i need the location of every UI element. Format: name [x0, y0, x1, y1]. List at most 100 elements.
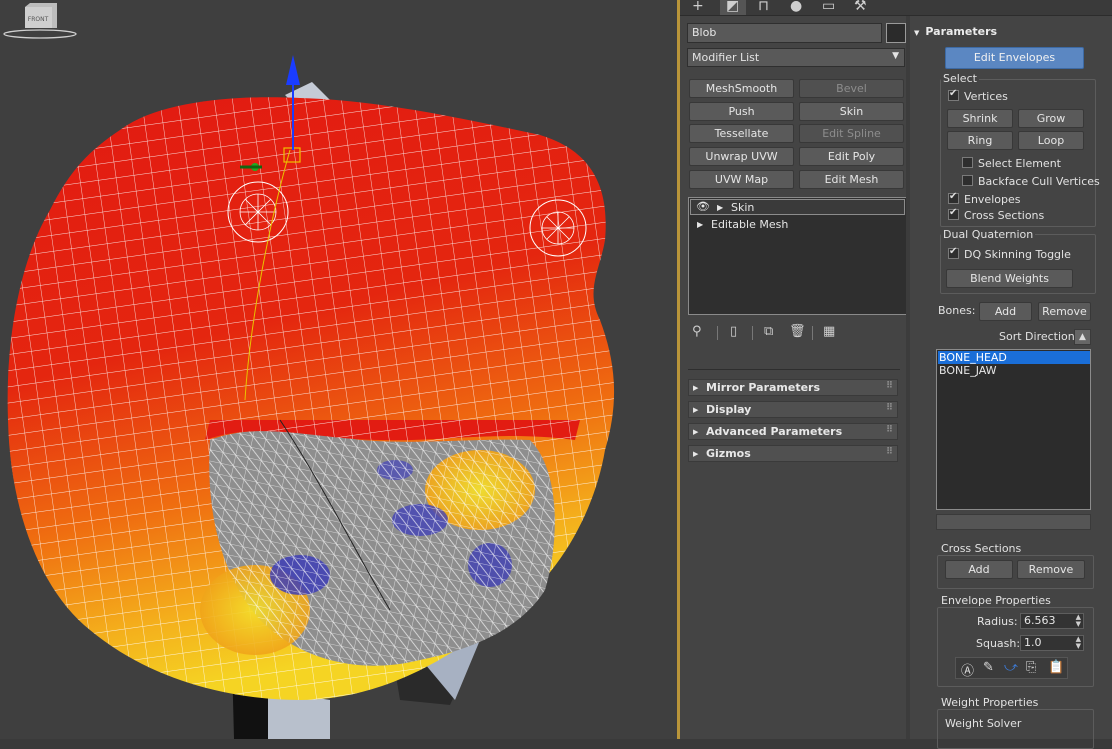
spinner-arrows-icon[interactable]: ▲ ▼: [1076, 636, 1081, 650]
modifier-button-tessellate[interactable]: Tessellate: [689, 124, 794, 143]
stack-toolbar: ⚲ ▯ ⧉ 🗑 ▦: [688, 323, 838, 343]
bones-add-button[interactable]: Add: [979, 302, 1032, 321]
pen-icon[interactable]: ✎: [983, 660, 994, 675]
modify-icon: ◩: [726, 0, 740, 14]
paste-icon[interactable]: 📋: [1048, 660, 1064, 675]
modifier-button-meshsmooth[interactable]: MeshSmooth: [689, 79, 794, 98]
object-name-field[interactable]: Blob: [687, 23, 882, 43]
modifier-button-skin[interactable]: Skin: [799, 102, 904, 121]
expand-triangle-icon[interactable]: ▶: [717, 203, 723, 212]
wrench-icon: ⚒: [854, 0, 867, 14]
rollout-gizmos[interactable]: ▶ Gizmos ⠿: [688, 445, 898, 462]
bone-list-item[interactable]: BONE_HEAD: [938, 351, 1090, 364]
copy-icon[interactable]: ⎘: [1026, 660, 1036, 675]
blend-weights-button[interactable]: Blend Weights: [946, 269, 1073, 288]
radius-label: Radius:: [977, 615, 1018, 628]
hierarchy-tab[interactable]: ⊓: [752, 0, 778, 15]
parameters-rollout-title[interactable]: ▼ Parameters: [914, 25, 997, 38]
modifier-button-uvw-map[interactable]: UVW Map: [689, 170, 794, 189]
radius-spinner[interactable]: 6.563 ▲ ▼: [1020, 613, 1084, 629]
bones-remove-button[interactable]: Remove: [1038, 302, 1091, 321]
envelopes-checkbox[interactable]: [948, 191, 959, 204]
squash-label: Squash:: [976, 637, 1021, 650]
command-panel-tabs: + ◩ ⊓ ● ▭ ⚒: [680, 0, 1112, 16]
rollout-advanced-parameters[interactable]: ▶ Advanced Parameters ⠿: [688, 423, 898, 440]
rollout-mirror-parameters[interactable]: ▶ Mirror Parameters ⠿: [688, 379, 898, 396]
trash-icon[interactable]: 🗑: [789, 324, 806, 339]
configure-modifier-sets-icon[interactable]: ▦: [823, 324, 835, 339]
vertices-label: Vertices: [964, 90, 1008, 103]
loop-button[interactable]: Loop: [1018, 131, 1084, 150]
modifier-button-bevel[interactable]: Bevel: [799, 79, 904, 98]
modifier-list-label: Modifier List: [692, 51, 760, 64]
modifier-stack[interactable]: 👁 ▶ Skin ▶ Editable Mesh: [688, 197, 907, 315]
cross-sections-remove-button[interactable]: Remove: [1017, 560, 1085, 579]
modifier-list-dropdown[interactable]: Modifier List ▼: [687, 48, 905, 67]
sort-direction-button[interactable]: ▲: [1074, 329, 1091, 345]
edit-envelopes-button[interactable]: Edit Envelopes: [945, 47, 1084, 69]
modifier-button-edit-spline[interactable]: Edit Spline: [799, 124, 904, 143]
ring-button[interactable]: Ring: [947, 131, 1013, 150]
select-element-checkbox[interactable]: [962, 157, 973, 168]
cross-sections-checkbox[interactable]: [948, 207, 959, 220]
stack-item-editable-mesh[interactable]: ▶ Editable Mesh: [690, 217, 905, 233]
cross-sections-label: Cross Sections: [964, 209, 1045, 222]
motion-tab[interactable]: ●: [784, 0, 810, 15]
chevron-right-icon: ▶: [693, 428, 699, 436]
absolute-effect-icon[interactable]: Ⓐ: [961, 660, 974, 679]
display-icon: ▭: [822, 0, 836, 14]
modifier-button-edit-mesh[interactable]: Edit Mesh: [799, 170, 904, 189]
bones-list-scrollbar[interactable]: [936, 514, 1091, 530]
chevron-down-icon: ▼: [914, 29, 920, 37]
motion-icon: ●: [790, 0, 803, 14]
dual-quaternion-title: Dual Quaternion: [941, 228, 1036, 241]
pin-stack-icon[interactable]: ⚲: [692, 324, 702, 339]
grip-icon: ⠿: [885, 447, 893, 457]
display-tab[interactable]: ▭: [816, 0, 842, 15]
bone-list-item[interactable]: BONE_JAW: [938, 364, 1090, 377]
sort-direction-label: Sort Direction:: [999, 330, 1079, 343]
dq-skinning-checkbox[interactable]: [948, 246, 959, 259]
column-divider[interactable]: [906, 16, 910, 739]
eye-icon[interactable]: 👁: [696, 200, 710, 213]
perspective-viewport[interactable]: FRONT: [0, 0, 678, 739]
create-tab[interactable]: +: [686, 0, 712, 15]
parameters-title-label: Parameters: [925, 25, 998, 38]
squash-value: 1.0: [1024, 636, 1042, 649]
chevron-right-icon: ▶: [693, 406, 699, 414]
stack-item-label: Skin: [731, 201, 755, 214]
modify-tab[interactable]: ◩: [720, 0, 746, 15]
grip-icon: ⠿: [885, 381, 893, 391]
select-element-label: Select Element: [978, 157, 1061, 170]
dq-skinning-label: DQ Skinning Toggle: [964, 248, 1071, 261]
weight-solver-label: Weight Solver: [945, 717, 1022, 730]
grip-icon: ⠿: [885, 425, 893, 435]
modifier-button-edit-poly[interactable]: Edit Poly: [799, 147, 904, 166]
expand-triangle-icon[interactable]: ▶: [697, 220, 703, 229]
vertices-checkbox[interactable]: [948, 88, 959, 101]
show-end-result-icon[interactable]: ▯: [730, 324, 737, 339]
falloff-curve-icon[interactable]: ⤻: [1004, 660, 1018, 675]
utilities-tab[interactable]: ⚒: [848, 0, 874, 15]
cross-sections-title: Cross Sections: [939, 542, 1024, 555]
squash-spinner[interactable]: 1.0 ▲ ▼: [1020, 635, 1084, 651]
rollout-display[interactable]: ▶ Display ⠿: [688, 401, 898, 418]
grow-button[interactable]: Grow: [1018, 109, 1084, 128]
spinner-arrows-icon[interactable]: ▲ ▼: [1076, 614, 1081, 628]
shrink-button[interactable]: Shrink: [947, 109, 1013, 128]
chevron-right-icon: ▶: [693, 450, 699, 458]
grip-icon: ⠿: [885, 403, 893, 413]
viewcube-icon[interactable]: FRONT: [0, 0, 80, 42]
backface-cull-checkbox[interactable]: [962, 175, 973, 186]
modifier-button-unwrap-uvw[interactable]: Unwrap UVW: [689, 147, 794, 166]
cross-sections-add-button[interactable]: Add: [945, 560, 1013, 579]
stack-item-skin[interactable]: 👁 ▶ Skin: [690, 199, 905, 215]
make-unique-icon[interactable]: ⧉: [764, 324, 773, 339]
rollout-label: Gizmos: [706, 447, 751, 460]
modifier-button-push[interactable]: Push: [689, 102, 794, 121]
plus-icon: +: [692, 0, 704, 14]
divider: [688, 369, 900, 370]
bones-list[interactable]: BONE_HEAD BONE_JAW: [936, 349, 1091, 510]
envelope-tools-bar: Ⓐ ✎ ⤻ ⎘ 📋: [955, 657, 1068, 679]
object-color-swatch[interactable]: [886, 23, 906, 43]
